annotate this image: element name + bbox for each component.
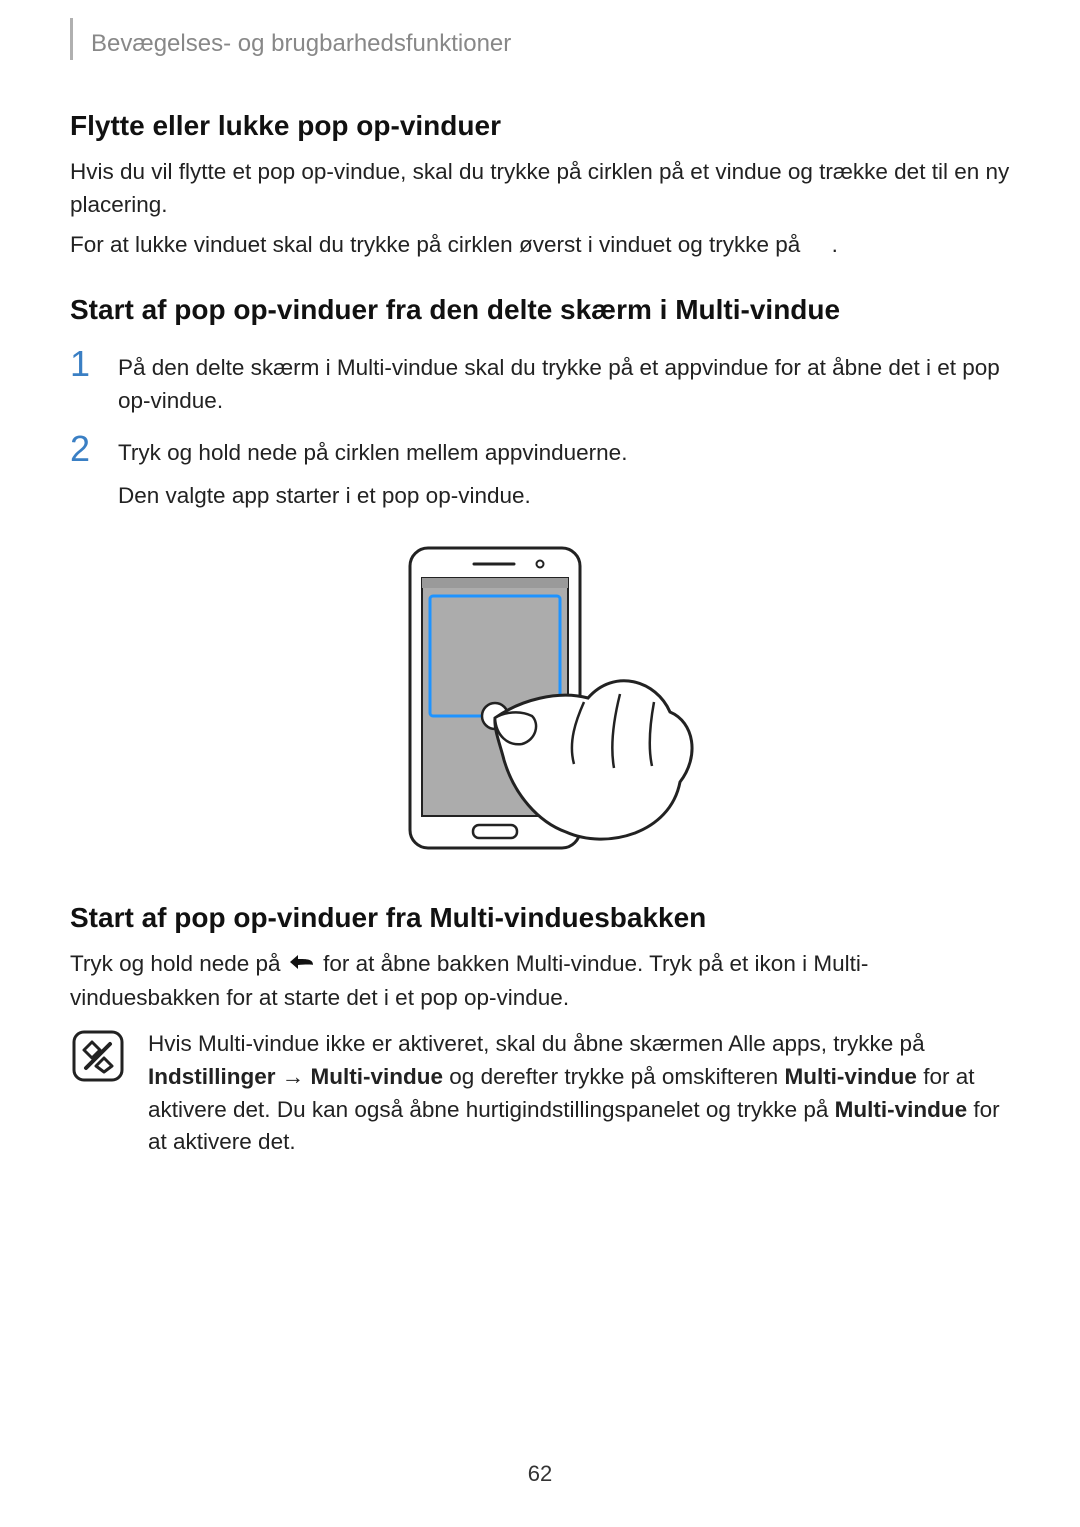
list-item: 2 Tryk og hold nede på cirklen mellem ap… [70,431,1010,512]
text-run-bold: Multi-vindue [835,1097,967,1122]
note-text: Hvis Multi-vindue ikke er aktiveret, ska… [148,1028,1010,1159]
list-item: 1 På den delte skærm i Multi-vindue skal… [70,346,1010,417]
step-number: 1 [70,346,100,417]
paragraph: For at lukke vinduet skal du trykke på c… [70,229,1010,262]
step-line: Den valgte app starter i et pop op-vindu… [118,480,627,513]
page-content: Bevægelses- og brugbarhedsfunktioner Fly… [0,0,1080,1159]
step-text: Tryk og hold nede på cirklen mellem appv… [118,431,627,512]
section-heading-start-tray: Start af pop op-vinduer fra Multi-vindue… [70,902,1010,934]
note-icon [70,1028,126,1084]
section-heading-move-close: Flytte eller lukke pop op-vinduer [70,110,1010,142]
text-run-bold: Multi-vindue [311,1064,443,1089]
page-header: Bevægelses- og brugbarhedsfunktioner [70,30,1010,60]
text-run: Tryk og hold nede på [70,951,287,976]
breadcrumb: Bevægelses- og brugbarhedsfunktioner [91,30,511,58]
section-heading-start-split: Start af pop op-vinduer fra den delte sk… [70,294,1010,326]
note: Hvis Multi-vindue ikke er aktiveret, ska… [70,1028,1010,1159]
paragraph: Tryk og hold nede på for at åbne bakken … [70,948,1010,1014]
step-text: På den delte skærm i Multi-vindue skal d… [118,346,1010,417]
back-arrow-icon [287,949,317,982]
illustration-phone-gesture [70,542,1010,862]
text-run: og derefter trykke på omskifteren [449,1064,784,1089]
text-run-bold: Multi-vindue [784,1064,916,1089]
step-number: 2 [70,431,100,512]
page-number: 62 [0,1461,1080,1487]
text-run: → [282,1064,311,1089]
phone-hand-icon [370,542,710,862]
numbered-list: 1 På den delte skærm i Multi-vindue skal… [70,346,1010,513]
text-run: Hvis Multi-vindue ikke er aktiveret, ska… [148,1031,925,1056]
text-run-bold: Indstillinger [148,1064,276,1089]
header-divider [70,18,73,60]
step-line: Tryk og hold nede på cirklen mellem appv… [118,437,627,470]
paragraph: Hvis du vil flytte et pop op-vindue, ska… [70,156,1010,221]
